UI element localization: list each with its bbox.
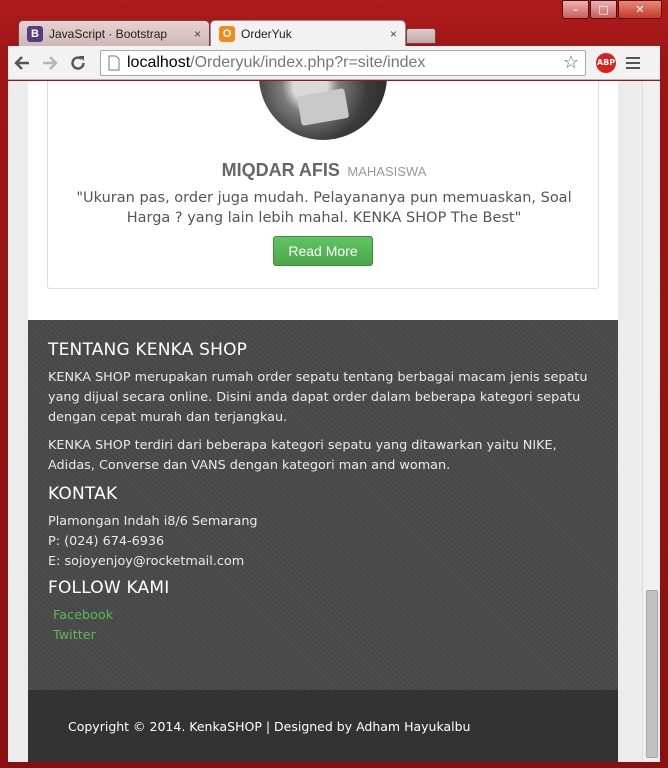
window-controls: – □ ✕: [561, 0, 662, 20]
about-paragraph-1: KENKA SHOP merupakan rumah order sepatu …: [48, 370, 588, 425]
testimonial-quote: "Ukuran pas, order juga mudah. Pelayanan…: [76, 190, 572, 226]
minimize-icon[interactable]: –: [562, 0, 589, 19]
tab-strip: B JavaScript · Bootstrap × O OrderYuk ×: [8, 20, 608, 46]
vertical-scrollbar[interactable]: [642, 81, 660, 762]
testimonial-card: MIQDAR AFIS MAHASISWA "Ukuran pas, order…: [47, 81, 599, 289]
avatar: [259, 81, 387, 140]
testimonial-person: MIQDAR AFIS MAHASISWA: [48, 160, 600, 181]
page-icon: [108, 55, 120, 70]
url-path: /Orderyuk/index.php?r=site/index: [190, 53, 426, 71]
copyright-bar: Copyright © 2014. KenkaSHOP | Designed b…: [28, 690, 618, 762]
maximize-icon[interactable]: □: [590, 0, 617, 19]
abp-icon[interactable]: ABP: [596, 52, 616, 73]
orderyuk-favicon-icon: O: [219, 25, 235, 42]
read-more-button[interactable]: Read More: [273, 236, 373, 266]
bootstrap-favicon-icon: B: [27, 25, 43, 42]
contact-heading: KONTAK: [48, 484, 118, 504]
hamburger-menu-icon[interactable]: [626, 54, 640, 72]
contact-address: Plamongan Indah i8/6 Semarang: [48, 514, 258, 529]
copyright-text: Copyright © 2014. KenkaSHOP | Designed b…: [68, 718, 471, 734]
about-paragraph-2: KENKA SHOP terdiri dari beberapa kategor…: [48, 438, 557, 473]
tab-title: JavaScript · Bootstrap: [49, 26, 168, 41]
tab-close-icon[interactable]: ×: [390, 27, 397, 41]
page-viewport: MIQDAR AFIS MAHASISWA "Ukuran pas, order…: [8, 81, 660, 762]
avatar-photo-detail: [296, 88, 350, 126]
twitter-link[interactable]: Twitter: [48, 626, 598, 646]
arrow-left-icon[interactable]: [8, 49, 36, 77]
contact-phone: P: (024) 674-6936: [48, 534, 165, 549]
about-heading: TENTANG KENKA SHOP: [48, 340, 248, 360]
tab-title: OrderYuk: [241, 26, 292, 41]
browser-window: – □ ✕ B JavaScript · Bootstrap × O Order…: [0, 0, 668, 768]
footer: TENTANG KENKA SHOP KENKA SHOP merupakan …: [28, 320, 618, 690]
facebook-link[interactable]: Facebook: [48, 606, 598, 626]
address-bar[interactable]: localhost/Orderyuk/index.php?r=site/inde…: [100, 49, 586, 76]
contact-email: E: sojoyenjoy@rocketmail.com: [48, 554, 245, 569]
tab-orderyuk[interactable]: O OrderYuk ×: [210, 20, 406, 46]
person-name: MIQDAR AFIS: [221, 160, 340, 180]
scrollbar-thumb[interactable]: [646, 590, 658, 758]
tab-bootstrap[interactable]: B JavaScript · Bootstrap ×: [18, 20, 210, 46]
star-icon[interactable]: ☆: [563, 52, 579, 73]
tab-close-icon[interactable]: ×: [194, 27, 201, 41]
browser-toolbar: localhost/Orderyuk/index.php?r=site/inde…: [8, 46, 660, 80]
url-host: localhost: [127, 53, 191, 71]
new-tab-button[interactable]: [406, 28, 436, 44]
reload-icon[interactable]: [64, 49, 92, 77]
person-role: MAHASISWA: [347, 164, 427, 179]
close-window-icon[interactable]: ✕: [618, 0, 662, 19]
follow-heading: FOLLOW KAMI: [48, 578, 170, 598]
arrow-right-icon[interactable]: [36, 49, 64, 77]
